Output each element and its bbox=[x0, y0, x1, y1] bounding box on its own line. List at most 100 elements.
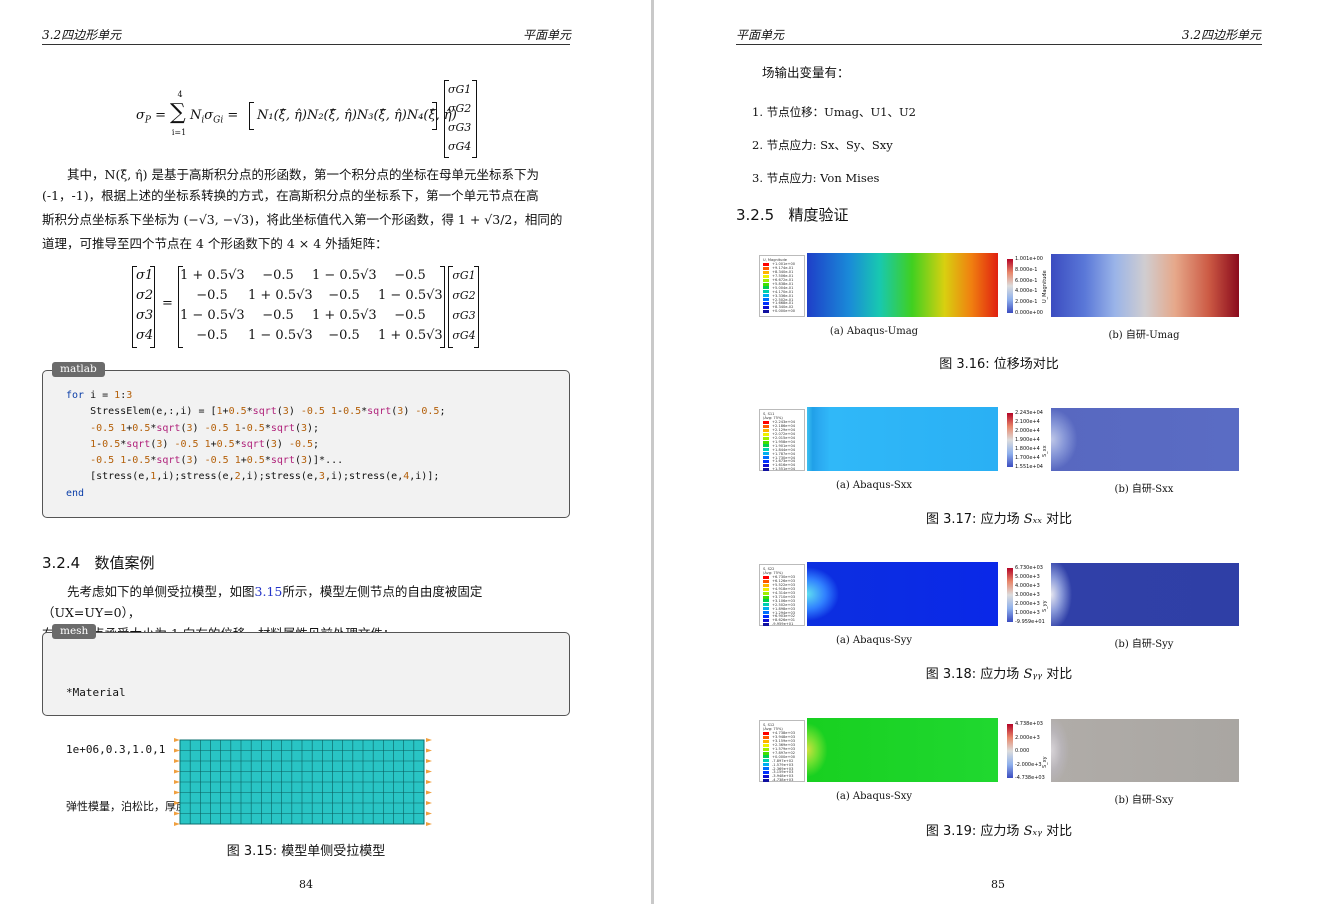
colorbar-tick-label: 1.001e+00 bbox=[1015, 256, 1043, 262]
legend-swatch bbox=[763, 603, 769, 607]
section-heading-3-2-4: 3.2.4 数值案例 bbox=[42, 554, 155, 572]
colorbar-tick-label: 2.000e+3 bbox=[1015, 601, 1040, 607]
subcaption-a: (a) Abaqus-Syy bbox=[835, 635, 913, 646]
legend-swatch bbox=[763, 290, 769, 294]
colorbar-tick-label: 3.000e+3 bbox=[1015, 592, 1040, 598]
legend-swatch bbox=[763, 618, 769, 622]
legend-swatch bbox=[763, 309, 769, 313]
legend-swatch bbox=[763, 436, 769, 440]
colorbar-tick-label: -4.738e+03 bbox=[1015, 775, 1045, 781]
colorbar-tick-label: 6.000e-1 bbox=[1015, 277, 1038, 284]
colorbar-tick-label: 1.900e+4 bbox=[1015, 437, 1040, 443]
legend-swatch bbox=[763, 452, 769, 456]
subcaption-b: (b) 自研-Umag bbox=[1108, 330, 1180, 341]
legend-swatch bbox=[763, 305, 769, 309]
legend-swatch bbox=[763, 278, 769, 282]
legend-swatch bbox=[763, 432, 769, 436]
paragraph-shape-function: 其中，N(ξ̂, η̂) 是基于高斯积分点的形函数，第一个积分点的坐标在母单元坐… bbox=[42, 167, 563, 251]
matlab-code-block[interactable]: for i = 1:3 StressElem(e,:,i) = [1+0.5*s… bbox=[42, 370, 570, 518]
list-item: 1. 节点位移：Umag、U1、U2 bbox=[752, 105, 916, 119]
colorbar bbox=[1007, 413, 1013, 467]
legend-swatch bbox=[763, 298, 769, 302]
legend-swatch bbox=[763, 755, 769, 759]
subcaption-a: (a) Abaqus-Sxy bbox=[835, 791, 913, 802]
legend-swatch bbox=[763, 591, 769, 595]
left-page: 3.2四边形单元 平面单元 σP = 4 ∑ i=1 NiσGi = N₁(ξ̂… bbox=[0, 0, 651, 904]
colorbar-tick-label: 2.243e+04 bbox=[1015, 410, 1043, 416]
abaqus-legend: S, S22 (Avg: 75%) +6.730e+03 +6.126e+03 +5.5… bbox=[759, 564, 805, 626]
legend-swatch bbox=[763, 739, 769, 743]
header-rule bbox=[736, 44, 1262, 45]
colorbar-tick-label: 4.000e-1 bbox=[1015, 288, 1038, 295]
list-item: 3. 节点应力: Von Mises bbox=[752, 171, 880, 185]
custom-field-plot bbox=[1051, 254, 1239, 317]
abaqus-legend: S, S12 (Avg: 75%) +4.738e+03 +3.948e+03 +3.1… bbox=[759, 720, 805, 782]
running-header-right: 平面单元 bbox=[522, 28, 571, 42]
colorbar-tick-label: 8.000e-1 bbox=[1015, 266, 1038, 273]
colorbar-tick-label: -2.000e+3 bbox=[1015, 761, 1042, 768]
figure-3-15-caption: 图 3.15: 模型单侧受拉模型 bbox=[226, 844, 386, 859]
right-page: 平面单元 3.2四边形单元 场输出变量有： 1. 节点位移：Umag、U1、U2… bbox=[654, 0, 1317, 904]
custom-field-plot bbox=[1051, 719, 1239, 782]
figure-caption: 图 3.19: 应力场 Sₓᵧ 对比 bbox=[925, 824, 1073, 839]
legend-swatch bbox=[763, 732, 769, 735]
figure-ref-link[interactable]: 3.15 bbox=[255, 584, 283, 599]
legend-swatch bbox=[763, 763, 769, 767]
colorbar-title: S_xy bbox=[1042, 756, 1048, 768]
legend-swatch bbox=[763, 583, 769, 587]
custom-field-plot bbox=[1051, 563, 1239, 626]
subcaption-b: (b) 自研-Sxy bbox=[1114, 795, 1174, 806]
colorbar-tick-label: 4.000e+3 bbox=[1015, 583, 1040, 589]
legend-swatch bbox=[763, 274, 769, 278]
colorbar-tick-label: 2.000e+3 bbox=[1015, 734, 1040, 741]
legend-swatch bbox=[763, 440, 769, 444]
legend-swatch bbox=[763, 747, 769, 751]
colorbar-tick-label: 1.000e+3 bbox=[1015, 610, 1040, 616]
mesh-code-block[interactable]: *Material 1e+06,0.3,1.0,1 弹性模量，泊松比，厚度，平面… bbox=[42, 632, 570, 813]
legend-swatch bbox=[763, 771, 769, 774]
legend-value: +0.000e+00 bbox=[772, 309, 796, 314]
colorbar-tick-label: 2.000e-1 bbox=[1015, 299, 1038, 306]
abaqus-field-plot bbox=[807, 253, 998, 317]
legend-swatch bbox=[763, 587, 769, 591]
legend-swatch bbox=[763, 460, 769, 463]
legend-swatch bbox=[763, 444, 769, 448]
legend-title: (Avg: 75%) bbox=[763, 727, 783, 731]
equation-sigma-p: σP = 4 ∑ i=1 NiσGi = N₁(ξ̂, η̂)N₂(ξ̂, η̂… bbox=[132, 78, 492, 158]
abaqus-legend: S, S11 (Avg: 75%) +2.243e+04 +2.186e+04 +2.1… bbox=[759, 409, 805, 471]
abaqus-field-plot bbox=[807, 407, 998, 471]
figure-caption: 图 3.18: 应力场 Sᵧᵧ 对比 bbox=[925, 667, 1073, 682]
legend-swatch bbox=[763, 767, 769, 771]
legend-swatch bbox=[763, 774, 769, 778]
legend-title: U, Magnitude bbox=[763, 258, 787, 262]
mesh-model-figure bbox=[174, 738, 432, 826]
legend-swatch bbox=[763, 467, 769, 471]
colorbar-title: U_Magnitude bbox=[1042, 270, 1048, 303]
subcaption-a: (a) Abaqus-Umag bbox=[829, 326, 919, 337]
colorbar bbox=[1007, 568, 1013, 622]
colorbar-tick-label: 1.700e+4 bbox=[1015, 455, 1040, 461]
field-output-list: 1. 节点位移：Umag、U1、U2 2. 节点应力: Sx、Sy、Sxy 3.… bbox=[752, 96, 916, 195]
mesh-line-1: *Material bbox=[66, 686, 126, 699]
running-header-left: 平面单元 bbox=[736, 28, 785, 42]
header-rule bbox=[42, 44, 570, 45]
colorbar-tick-label: 1.800e+4 bbox=[1015, 446, 1040, 452]
colorbar bbox=[1007, 259, 1013, 313]
legend-swatch bbox=[763, 282, 769, 286]
colorbar-tick-label: 2.000e+4 bbox=[1015, 428, 1040, 434]
abaqus-legend: U, Magnitude +1.001e+00 +9.174e-01 +8.340e-… bbox=[759, 255, 805, 317]
figure-caption: 图 3.17: 应力场 Sₓₓ 对比 bbox=[925, 512, 1072, 527]
legend-value: -9.959e+01 bbox=[772, 622, 794, 627]
legend-swatch bbox=[763, 622, 769, 626]
legend-swatch bbox=[763, 286, 769, 290]
legend-swatch bbox=[763, 607, 769, 611]
legend-swatch bbox=[763, 448, 769, 452]
colorbar-tick-label: 2.100e+4 bbox=[1015, 419, 1040, 425]
legend-swatch bbox=[763, 428, 769, 432]
colorbar-tick-label: 4.738e+03 bbox=[1015, 721, 1043, 727]
colorbar-tick-label: -9.959e+01 bbox=[1015, 619, 1045, 625]
colorbar-tick-label: 0.000 bbox=[1015, 748, 1030, 754]
running-header-right: 3.2四边形单元 bbox=[1181, 28, 1261, 42]
legend-swatch bbox=[763, 595, 769, 599]
legend-swatch bbox=[763, 735, 769, 739]
